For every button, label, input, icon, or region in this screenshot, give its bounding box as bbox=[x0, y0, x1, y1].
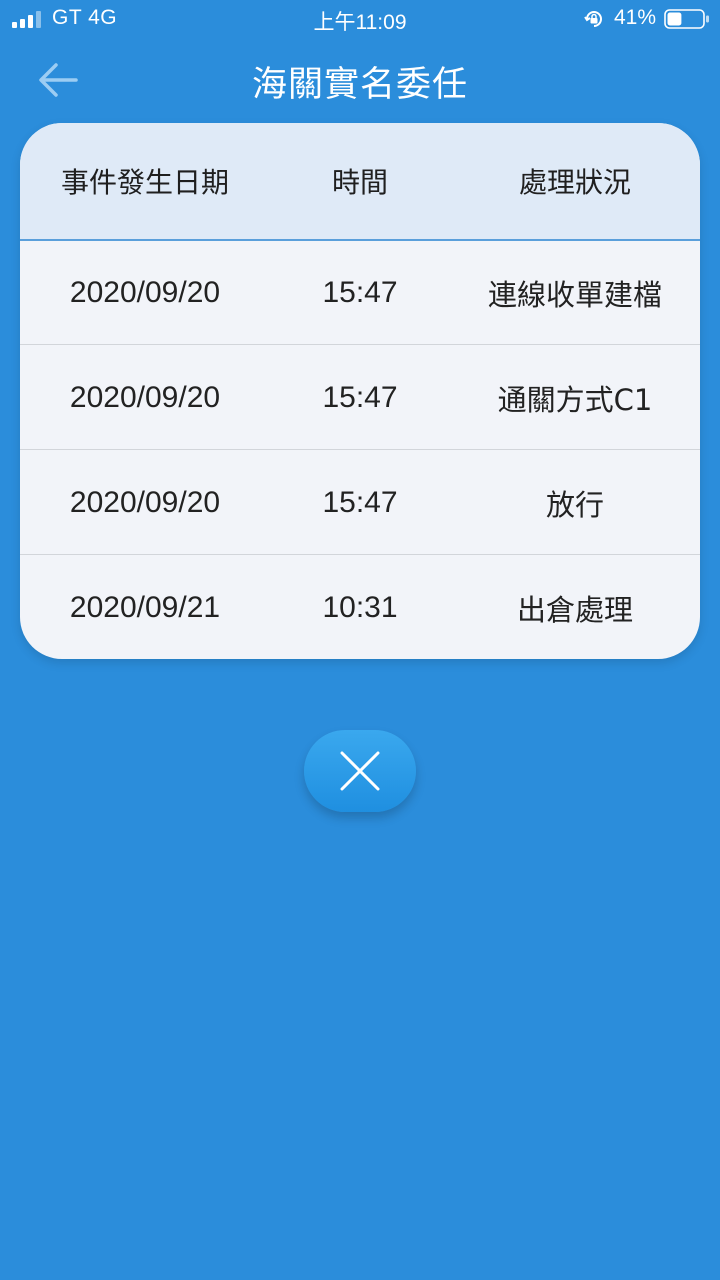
status-time: 上午11:09 bbox=[313, 11, 407, 34]
column-header-time: 時間 bbox=[331, 166, 388, 199]
column-header-status: 處理狀況 bbox=[518, 166, 631, 199]
row-divider bbox=[20, 554, 700, 555]
row-date: 2020/09/20 bbox=[69, 486, 221, 519]
table-row: 2020/09/20 15:47 通關方式C1 bbox=[20, 346, 700, 450]
table-header: 事件發生日期 時間 處理狀況 bbox=[20, 123, 700, 241]
status-bar: GT 4G 上午11:09 41% bbox=[0, 0, 720, 40]
table-row: 2020/09/21 10:31 出倉處理 bbox=[20, 556, 700, 659]
row-divider bbox=[20, 344, 700, 345]
row-time: 15:47 bbox=[322, 276, 398, 309]
row-time: 10:31 bbox=[322, 591, 398, 624]
row-time: 15:47 bbox=[322, 486, 398, 519]
row-time: 15:47 bbox=[322, 381, 398, 414]
column-header-date: 事件發生日期 bbox=[60, 166, 229, 199]
row-status: 連線收單建檔 bbox=[487, 278, 662, 312]
row-date: 2020/09/20 bbox=[69, 276, 221, 309]
row-date: 2020/09/20 bbox=[69, 381, 221, 414]
close-icon bbox=[340, 751, 380, 791]
row-status: 通關方式C1 bbox=[497, 383, 653, 417]
page-title: 海關實名委任 bbox=[251, 65, 468, 105]
event-table-card: 事件發生日期 時間 處理狀況 2020/09/20 15:47 連線收單建檔 2… bbox=[20, 123, 700, 659]
row-divider bbox=[20, 449, 700, 450]
close-button[interactable] bbox=[304, 730, 416, 812]
table-row: 2020/09/20 15:47 連線收單建檔 bbox=[20, 241, 700, 345]
row-status: 放行 bbox=[545, 488, 604, 522]
table-row: 2020/09/20 15:47 放行 bbox=[20, 451, 700, 555]
battery-percentage: 41% bbox=[614, 6, 657, 29]
battery-icon bbox=[664, 9, 709, 29]
row-status: 出倉處理 bbox=[516, 593, 633, 627]
screen: GT 4G 上午11:09 41% 海關實名委任 事件發生日期 時間 處理狀況 … bbox=[0, 0, 720, 1280]
orientation-lock-icon bbox=[584, 11, 602, 27]
row-date: 2020/09/21 bbox=[69, 591, 221, 624]
